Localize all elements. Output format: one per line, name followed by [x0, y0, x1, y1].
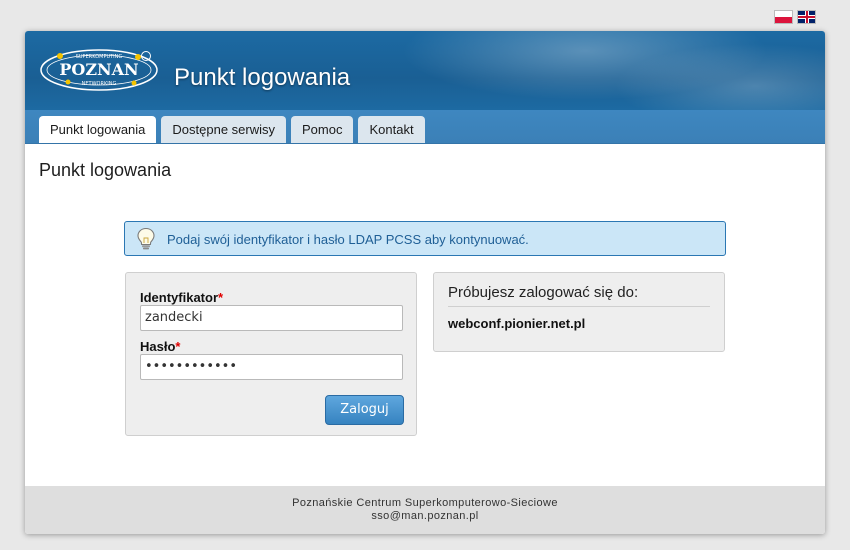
target-heading: Próbujesz zalogować się do:: [448, 284, 710, 307]
target-host: webconf.pionier.net.pl: [448, 316, 586, 331]
flag-en-icon[interactable]: [798, 11, 815, 23]
header-banner: SUPERKOMPUTING POZNAN NETWORKING Punkt l…: [25, 31, 825, 110]
login-form: Identyfikator* zandecki Hasło* •••••••••…: [125, 272, 417, 436]
tab-bar: Punkt logowania Dostępne serwisy Pomoc K…: [25, 110, 825, 144]
tab-available-services[interactable]: Dostępne serwisy: [161, 116, 287, 143]
language-switcher: [775, 11, 815, 23]
flag-pl-icon[interactable]: [775, 11, 792, 23]
footer-email: sso@man.poznan.pl: [371, 510, 479, 522]
svg-text:POZNAN: POZNAN: [59, 60, 138, 79]
info-message: Podaj swój identyfikator i hasło LDAP PC…: [124, 221, 726, 256]
footer: Poznańskie Centrum Superkomputerowo-Siec…: [25, 486, 825, 534]
lightbulb-icon: [137, 227, 155, 250]
password-label: Hasło*: [140, 339, 181, 354]
login-button[interactable]: Zaloguj: [325, 395, 404, 425]
footer-org: Poznańskie Centrum Superkomputerowo-Siec…: [292, 497, 558, 509]
tab-login-point[interactable]: Punkt logowania: [39, 116, 157, 143]
username-label: Identyfikator*: [140, 290, 224, 305]
password-input[interactable]: ••••••••••••: [140, 354, 403, 380]
banner-title: Punkt logowania: [174, 64, 351, 91]
main-window: SUPERKOMPUTING POZNAN NETWORKING Punkt l…: [25, 31, 825, 534]
target-service-panel: Próbujesz zalogować się do: webconf.pion…: [433, 272, 725, 352]
info-text: Podaj swój identyfikator i hasło LDAP PC…: [167, 232, 529, 247]
page-title: Punkt logowania: [39, 160, 172, 180]
username-input[interactable]: zandecki: [140, 305, 403, 331]
pcss-logo: SUPERKOMPUTING POZNAN NETWORKING: [40, 49, 158, 91]
svg-text:NETWORKING: NETWORKING: [82, 81, 117, 87]
tab-contact[interactable]: Kontakt: [358, 116, 425, 143]
tab-help[interactable]: Pomoc: [291, 116, 354, 143]
